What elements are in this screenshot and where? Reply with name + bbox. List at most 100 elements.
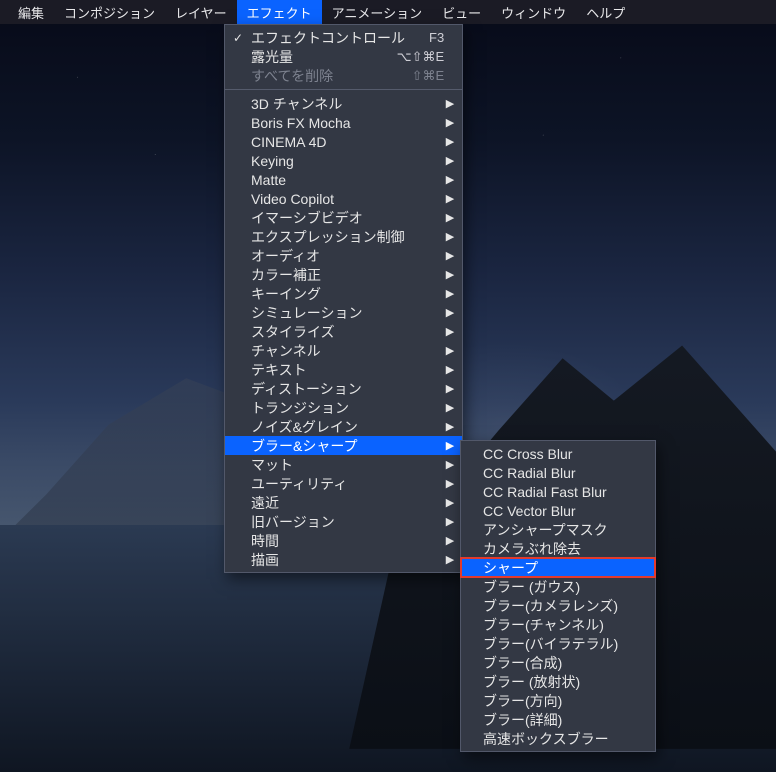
menu-item-label: Matte xyxy=(251,172,444,188)
menu-separator xyxy=(225,89,462,90)
submenu-arrow-icon: ▶ xyxy=(446,173,454,186)
menu-item-label: すべてを削除 xyxy=(251,66,388,86)
effects-category-23[interactable]: 時間▶ xyxy=(225,531,462,550)
effects-category-22[interactable]: 旧バージョン▶ xyxy=(225,512,462,531)
submenu-arrow-icon: ▶ xyxy=(446,496,454,509)
submenu-arrow-icon: ▶ xyxy=(446,344,454,357)
menu-composition[interactable]: コンポジション xyxy=(54,0,165,24)
menu-layer[interactable]: レイヤー xyxy=(165,0,237,24)
menubar: 編集 コンポジション レイヤー エフェクト アニメーション ビュー ウィンドウ … xyxy=(0,0,776,24)
submenu-item-9[interactable]: ブラー(チャンネル) xyxy=(461,615,655,634)
effects-category-2[interactable]: CINEMA 4D▶ xyxy=(225,132,462,151)
effects-category-12[interactable]: スタイライズ▶ xyxy=(225,322,462,341)
submenu-item-2[interactable]: CC Radial Fast Blur xyxy=(461,482,655,501)
submenu-arrow-icon: ▶ xyxy=(446,306,454,319)
menu-item-label: CC Radial Fast Blur xyxy=(483,484,637,500)
effects-category-9[interactable]: カラー補正▶ xyxy=(225,265,462,284)
menu-item-label: ブラー(方向) xyxy=(483,691,637,711)
menu-item-label: アンシャープマスク xyxy=(483,520,637,540)
menu-edit[interactable]: 編集 xyxy=(8,0,54,24)
menu-item-label: 露光量 xyxy=(251,47,373,67)
effects-category-0[interactable]: 3D チャンネル▶ xyxy=(225,94,462,113)
menu-item-label: カメラぶれ除去 xyxy=(483,539,637,559)
effects-menu-remove-all: すべてを削除 ⇧⌘E xyxy=(225,66,462,85)
menu-item-label: CC Vector Blur xyxy=(483,503,637,519)
menu-item-label: 高速ボックスブラー xyxy=(483,729,637,749)
menu-item-label: トランジション xyxy=(251,398,444,418)
submenu-item-12[interactable]: ブラー (放射状) xyxy=(461,672,655,691)
blur-sharpen-submenu: CC Cross BlurCC Radial Blur CC Radial Fas… xyxy=(460,440,656,752)
menu-item-label: 描画 xyxy=(251,550,444,570)
submenu-item-11[interactable]: ブラー(合成) xyxy=(461,653,655,672)
submenu-arrow-icon: ▶ xyxy=(446,116,454,129)
menu-item-label: CC Cross Blur xyxy=(483,446,637,462)
effects-category-14[interactable]: テキスト▶ xyxy=(225,360,462,379)
submenu-arrow-icon: ▶ xyxy=(446,287,454,300)
submenu-arrow-icon: ▶ xyxy=(446,477,454,490)
submenu-arrow-icon: ▶ xyxy=(446,439,454,452)
menu-item-label: テキスト xyxy=(251,360,444,380)
submenu-arrow-icon: ▶ xyxy=(446,420,454,433)
menu-item-label: ブラー(バイラテラル) xyxy=(483,634,637,654)
effects-category-18[interactable]: ブラー&シャープ▶ xyxy=(225,436,462,455)
submenu-arrow-icon: ▶ xyxy=(446,553,454,566)
submenu-item-0[interactable]: CC Cross Blur xyxy=(461,444,655,463)
effects-category-21[interactable]: 遠近▶ xyxy=(225,493,462,512)
menu-item-label: ブラー(カメラレンズ) xyxy=(483,596,637,616)
effects-category-19[interactable]: マット▶ xyxy=(225,455,462,474)
menu-view[interactable]: ビュー xyxy=(432,0,491,24)
submenu-item-7[interactable]: ブラー (ガウス) xyxy=(461,577,655,596)
menu-item-label: イマーシブビデオ xyxy=(251,208,444,228)
menu-item-label: Boris FX Mocha xyxy=(251,115,444,131)
submenu-arrow-icon: ▶ xyxy=(446,325,454,338)
menu-animation[interactable]: アニメーション xyxy=(322,0,432,24)
effects-category-11[interactable]: シミュレーション▶ xyxy=(225,303,462,322)
menu-item-shortcut: ⌥⇧⌘E xyxy=(397,49,445,65)
submenu-item-6[interactable]: シャープ xyxy=(461,558,655,577)
effects-category-6[interactable]: イマーシブビデオ▶ xyxy=(225,208,462,227)
effects-category-8[interactable]: オーディオ▶ xyxy=(225,246,462,265)
submenu-arrow-icon: ▶ xyxy=(446,382,454,395)
effects-category-13[interactable]: チャンネル▶ xyxy=(225,341,462,360)
menu-item-label: ディストーション xyxy=(251,379,444,399)
effects-category-20[interactable]: ユーティリティ▶ xyxy=(225,474,462,493)
menu-window[interactable]: ウィンドウ xyxy=(491,0,576,24)
menu-item-label: ブラー&シャープ xyxy=(251,436,444,456)
effects-category-15[interactable]: ディストーション▶ xyxy=(225,379,462,398)
submenu-item-14[interactable]: ブラー(詳細) xyxy=(461,710,655,729)
effects-category-10[interactable]: キーイング▶ xyxy=(225,284,462,303)
effects-menu-exposure[interactable]: 露光量 ⌥⇧⌘E xyxy=(225,47,462,66)
effects-category-5[interactable]: Video Copilot▶ xyxy=(225,189,462,208)
check-icon: ✓ xyxy=(233,31,243,45)
submenu-item-3[interactable]: CC Vector Blur xyxy=(461,501,655,520)
submenu-item-15[interactable]: 高速ボックスブラー xyxy=(461,729,655,748)
effects-category-24[interactable]: 描画▶ xyxy=(225,550,462,569)
menu-item-label: 遠近 xyxy=(251,493,444,513)
submenu-arrow-icon: ▶ xyxy=(446,515,454,528)
menu-item-label: ブラー(チャンネル) xyxy=(483,615,637,635)
submenu-item-1[interactable]: CC Radial Blur xyxy=(461,463,655,482)
submenu-arrow-icon: ▶ xyxy=(446,192,454,205)
submenu-item-10[interactable]: ブラー(バイラテラル) xyxy=(461,634,655,653)
effects-category-3[interactable]: Keying▶ xyxy=(225,151,462,170)
submenu-arrow-icon: ▶ xyxy=(446,534,454,547)
effects-category-4[interactable]: Matte▶ xyxy=(225,170,462,189)
submenu-item-8[interactable]: ブラー(カメラレンズ) xyxy=(461,596,655,615)
menu-item-label: ノイズ&グレイン xyxy=(251,417,444,437)
effects-menu-effect-controls[interactable]: ✓ エフェクトコントロール F3 xyxy=(225,28,462,47)
submenu-item-5[interactable]: カメラぶれ除去 xyxy=(461,539,655,558)
effects-category-16[interactable]: トランジション▶ xyxy=(225,398,462,417)
menu-effect[interactable]: エフェクト xyxy=(237,0,322,24)
menu-item-label: ブラー(詳細) xyxy=(483,710,637,730)
menu-item-label: シミュレーション xyxy=(251,303,444,323)
submenu-item-13[interactable]: ブラー(方向) xyxy=(461,691,655,710)
menu-item-label: スタイライズ xyxy=(251,322,444,342)
effects-category-7[interactable]: エクスプレッション制御▶ xyxy=(225,227,462,246)
menu-item-label: エフェクトコントロール xyxy=(251,28,405,48)
menu-help[interactable]: ヘルプ xyxy=(576,0,635,24)
menu-item-label: マット xyxy=(251,455,444,475)
submenu-item-4[interactable]: アンシャープマスク xyxy=(461,520,655,539)
effects-category-1[interactable]: Boris FX Mocha▶ xyxy=(225,113,462,132)
effects-category-17[interactable]: ノイズ&グレイン▶ xyxy=(225,417,462,436)
submenu-arrow-icon: ▶ xyxy=(446,211,454,224)
